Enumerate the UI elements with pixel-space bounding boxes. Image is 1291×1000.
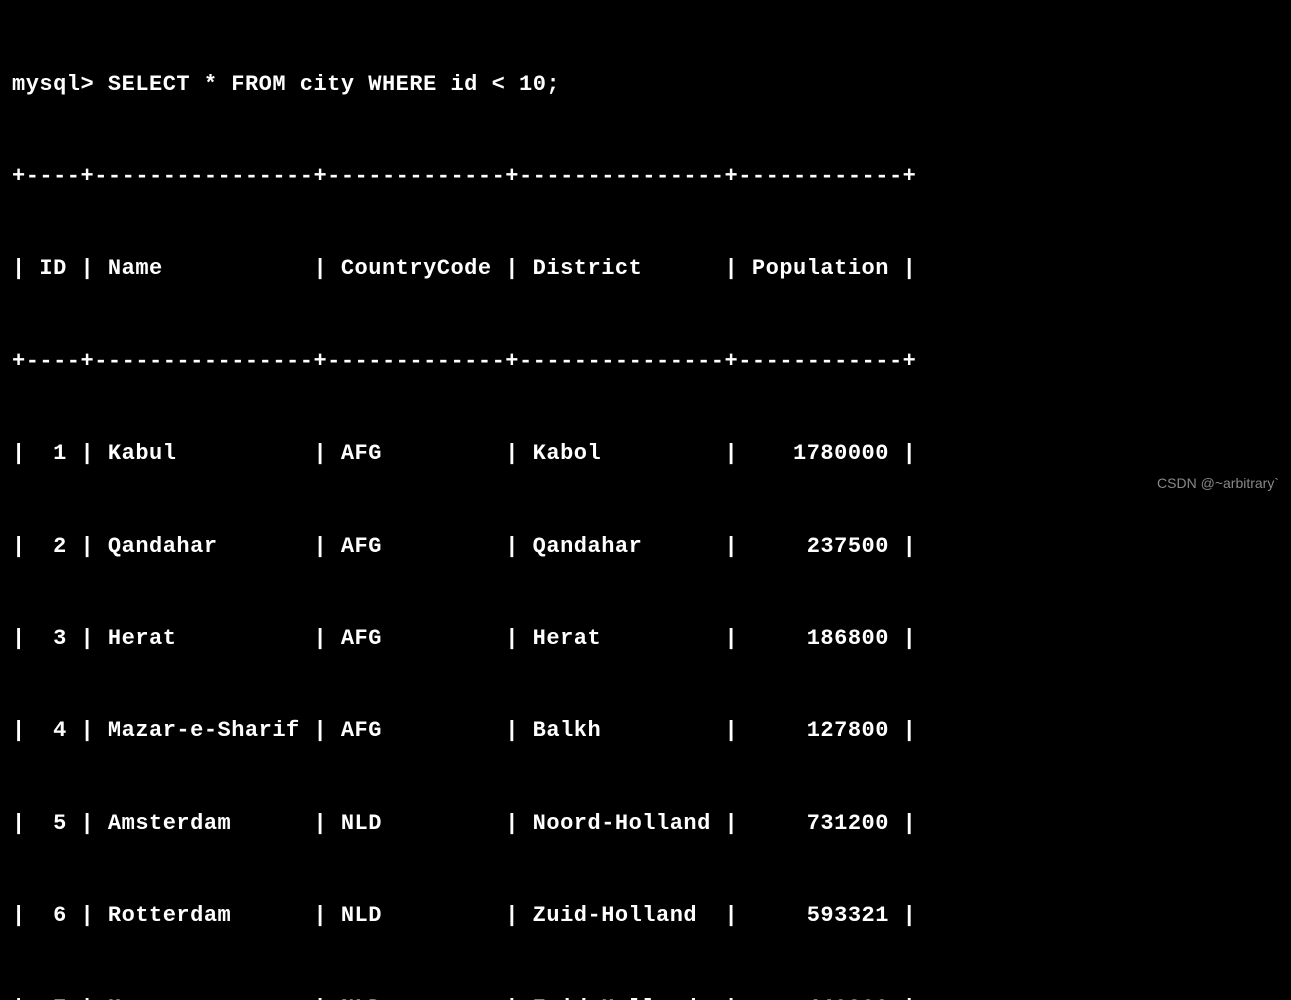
table-row: | 3 | Herat | AFG | Herat | 186800 |: [12, 624, 1279, 655]
table-row: | 1 | Kabul | AFG | Kabol | 1780000 |: [12, 439, 1279, 470]
table-border-top: +----+----------------+-------------+---…: [12, 162, 1279, 193]
table-row: | 5 | Amsterdam | NLD | Noord-Holland | …: [12, 809, 1279, 840]
sql-query: SELECT * FROM city WHERE id < 10;: [108, 72, 560, 97]
table-row: | 7 | Haag | NLD | Zuid-Holland | 440900…: [12, 994, 1279, 1000]
table-row: | 4 | Mazar-e-Sharif | AFG | Balkh | 127…: [12, 716, 1279, 747]
mysql-prompt: mysql>: [12, 72, 94, 97]
query-line: mysql> SELECT * FROM city WHERE id < 10;: [12, 70, 1279, 101]
table-row: | 6 | Rotterdam | NLD | Zuid-Holland | 5…: [12, 901, 1279, 932]
table-row: | 2 | Qandahar | AFG | Qandahar | 237500…: [12, 532, 1279, 563]
watermark-text: CSDN @~arbitrary`: [1157, 474, 1279, 494]
table-border-mid: +----+----------------+-------------+---…: [12, 347, 1279, 378]
table-header-row: | ID | Name | CountryCode | District | P…: [12, 254, 1279, 285]
mysql-terminal-output: mysql> SELECT * FROM city WHERE id < 10;…: [12, 8, 1279, 1000]
